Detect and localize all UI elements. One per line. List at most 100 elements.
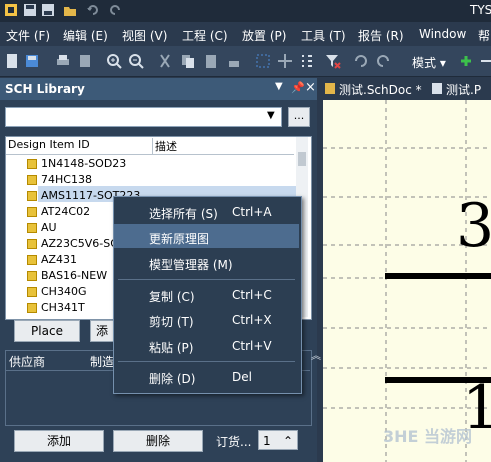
- add-component-button[interactable]: 添: [90, 320, 114, 342]
- context-menu-item-label: 删除 (D): [149, 372, 196, 386]
- schdoc-icon: [325, 83, 335, 94]
- component-icon: [27, 287, 37, 297]
- panel-menu-icon[interactable]: ▼: [275, 81, 283, 92]
- open-folder-icon[interactable]: [63, 3, 77, 17]
- context-menu-item-label: 剪切 (T): [149, 315, 194, 329]
- panel-title: SCH Library: [5, 82, 85, 96]
- column-header-description[interactable]: 描述: [152, 138, 297, 154]
- stepper-arrows-icon[interactable]: ⌃: [283, 431, 293, 451]
- collapse-icon[interactable]: ︽: [311, 347, 321, 362]
- component-list-item[interactable]: BAS16-NEW: [41, 268, 107, 284]
- component-icon: [27, 223, 37, 233]
- add-supplier-button[interactable]: 添加: [14, 430, 104, 452]
- manufacturer-column-header[interactable]: 制造: [90, 353, 114, 370]
- pin-icon[interactable]: 📌: [291, 81, 305, 94]
- search-dropdown-icon[interactable]: ▼: [267, 110, 275, 121]
- tab-pcb[interactable]: 测试.P: [432, 81, 491, 99]
- context-menu-item[interactable]: 模型管理器 (M): [114, 251, 299, 275]
- context-menu-item-shortcut: Ctrl+A: [232, 205, 272, 219]
- new-doc-icon[interactable]: [4, 53, 20, 69]
- context-menu-item-label: 粘贴 (P): [149, 341, 194, 355]
- component-icon: [27, 239, 37, 249]
- move-icon[interactable]: [277, 53, 293, 69]
- context-menu-item-shortcut: Del: [232, 370, 252, 384]
- chevron-down-icon: ▾: [439, 56, 446, 70]
- context-menu-item-label: 模型管理器 (M): [149, 258, 233, 272]
- context-menu-item[interactable]: 删除 (D) Del: [114, 365, 299, 389]
- menu-window[interactable]: Window: [419, 27, 466, 41]
- redo-toolbar-icon[interactable]: [376, 53, 392, 69]
- context-menu-item-label: 复制 (C): [149, 290, 195, 304]
- header-divider: [6, 154, 294, 155]
- context-menu-item-shortcut: Ctrl+X: [232, 313, 272, 327]
- redo-icon[interactable]: [108, 3, 122, 17]
- browse-button[interactable]: ...: [288, 107, 310, 127]
- context-menu-item-shortcut: Ctrl+C: [232, 288, 272, 302]
- component-list-item[interactable]: AU: [41, 220, 57, 236]
- align-icon[interactable]: [299, 53, 315, 69]
- scrollbar-thumb[interactable]: [298, 152, 306, 166]
- context-menu-item-label: 更新原理图: [149, 232, 210, 246]
- undo-toolbar-icon[interactable]: [352, 53, 368, 69]
- context-menu-separator: [118, 279, 295, 280]
- save-all-icon[interactable]: [41, 3, 55, 17]
- save-icon[interactable]: [23, 3, 37, 17]
- menu-view[interactable]: 视图 (V): [122, 27, 167, 44]
- search-input[interactable]: [5, 107, 282, 127]
- cut-icon[interactable]: [157, 53, 173, 69]
- place-button[interactable]: Place: [14, 320, 80, 342]
- context-menu-item[interactable]: 更新原理图: [114, 225, 299, 249]
- component-list-item[interactable]: AZ431: [41, 252, 77, 268]
- mode-dropdown[interactable]: 模式 ▾: [412, 54, 446, 71]
- component-icon: [27, 271, 37, 281]
- tab-pcb-label: 测试.P: [446, 83, 482, 97]
- window-title: TYS: [470, 3, 491, 17]
- supplier-column-header[interactable]: 供应商: [9, 353, 45, 370]
- delete-supplier-button[interactable]: 删除: [113, 430, 203, 452]
- context-menu-separator: [118, 361, 295, 362]
- select-rect-icon[interactable]: [255, 53, 271, 69]
- menu-edit[interactable]: 编辑 (E): [63, 27, 108, 44]
- zoom-in-icon[interactable]: [106, 53, 122, 69]
- component-list-item[interactable]: 74HC138: [41, 172, 92, 188]
- menu-project[interactable]: 工程 (C): [182, 27, 228, 44]
- context-menu-item[interactable]: 选择所有 (S) Ctrl+A: [114, 200, 299, 224]
- print-preview-icon[interactable]: [77, 53, 93, 69]
- clear-filter-icon[interactable]: [325, 53, 341, 69]
- minus-icon[interactable]: [478, 53, 491, 69]
- component-icon: [27, 191, 37, 201]
- pcb-icon: [432, 83, 442, 94]
- context-menu-item-label: 选择所有 (S): [149, 207, 218, 221]
- app-icon: [5, 4, 17, 16]
- component-list-item[interactable]: AT24C02: [41, 204, 90, 220]
- component-list-item[interactable]: CH341T: [41, 300, 85, 316]
- print-icon[interactable]: [55, 53, 71, 69]
- context-menu-item[interactable]: 粘贴 (P) Ctrl+V: [114, 334, 299, 358]
- add-icon[interactable]: [458, 53, 474, 69]
- menu-tools[interactable]: 工具 (T): [301, 27, 346, 44]
- column-header-design-item-id[interactable]: Design Item ID: [8, 138, 151, 154]
- menu-file[interactable]: 文件 (F): [6, 27, 50, 44]
- menu-help[interactable]: 帮: [478, 27, 490, 44]
- zoom-out-icon[interactable]: [128, 53, 144, 69]
- close-icon[interactable]: ×: [305, 80, 316, 95]
- component-icon: [27, 207, 37, 217]
- undo-icon[interactable]: [86, 3, 100, 17]
- menu-place[interactable]: 放置 (P): [242, 27, 286, 44]
- tab-schdoc-label: 测试.SchDoc *: [339, 83, 422, 97]
- component-icon: [27, 255, 37, 265]
- copy-icon[interactable]: [180, 53, 196, 69]
- context-menu-item[interactable]: 剪切 (T) Ctrl+X: [114, 308, 299, 332]
- component-list-item[interactable]: 1N4148-SOD23: [41, 156, 126, 172]
- order-quantity-label: 订货...: [216, 435, 252, 449]
- order-quantity-stepper[interactable]: 1 ⌃: [258, 430, 298, 450]
- menu-reports[interactable]: 报告 (R): [358, 27, 404, 44]
- context-menu-item-shortcut: Ctrl+V: [232, 339, 272, 353]
- save-icon[interactable]: [24, 53, 40, 69]
- context-menu-item[interactable]: 复制 (C) Ctrl+C: [114, 283, 299, 307]
- tab-schdoc[interactable]: 测试.SchDoc *: [325, 81, 425, 99]
- watermark: 3HE 当游网: [383, 427, 473, 446]
- paste-icon[interactable]: [203, 53, 219, 69]
- component-list-item[interactable]: CH340G: [41, 284, 86, 300]
- rubber-stamp-icon[interactable]: [226, 53, 242, 69]
